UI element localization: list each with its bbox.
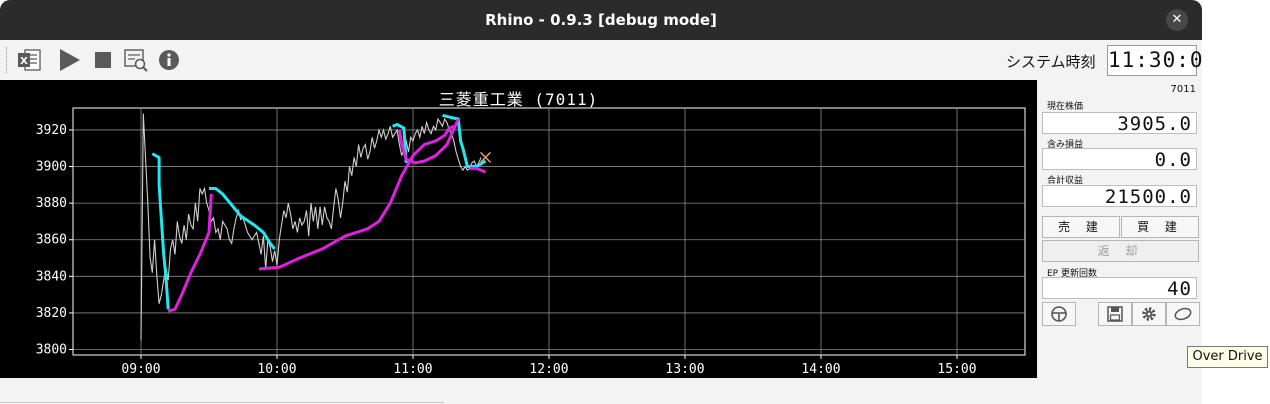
y-tick-label: 3920 bbox=[36, 123, 67, 138]
y-tick-label: 3820 bbox=[36, 306, 67, 321]
price-line bbox=[140, 113, 482, 341]
price-chart: 三菱重工業 (7011) 3800 3820 3840 3860 3880 3900 392… bbox=[0, 80, 1037, 378]
title-bar: Rhino - 0.9.3 [debug mode] ✕ bbox=[0, 0, 1202, 40]
x-tick-label: 13:00 bbox=[665, 362, 704, 377]
current-price-marker bbox=[480, 151, 492, 163]
close-button[interactable]: ✕ bbox=[1166, 9, 1188, 31]
ep-value: 40 bbox=[1042, 277, 1197, 300]
sell-button[interactable]: 売 建 bbox=[1042, 216, 1120, 238]
x-tick-label: 15:00 bbox=[937, 362, 976, 377]
trade-panel: 7011 現在株価 3905.0 含み損益 0.0 合計収益 21500.0 売… bbox=[1039, 80, 1202, 380]
inspect-icon[interactable] bbox=[123, 47, 149, 73]
gear-icon bbox=[1142, 307, 1156, 321]
current-price-label: 現在株価 bbox=[1047, 102, 1084, 112]
repay-button[interactable]: 返 却 bbox=[1042, 240, 1199, 262]
play-icon[interactable] bbox=[56, 47, 82, 73]
window-title: Rhino - 0.9.3 [debug mode] bbox=[485, 11, 717, 29]
total-value: 21500.0 bbox=[1042, 185, 1197, 208]
unrealized-value: 0.0 bbox=[1042, 148, 1197, 171]
steering-wheel-icon bbox=[1051, 306, 1067, 322]
buy-button[interactable]: 買 建 bbox=[1121, 216, 1199, 238]
settings-button[interactable] bbox=[1132, 302, 1166, 326]
ticker-code: 7011 bbox=[1170, 84, 1196, 95]
save-button[interactable] bbox=[1098, 302, 1132, 326]
toolbar-grip bbox=[6, 47, 9, 73]
y-tick-label: 3840 bbox=[36, 269, 67, 284]
x-tick-label: 14:00 bbox=[801, 362, 840, 377]
trend-up-line bbox=[469, 166, 487, 174]
y-tick-label: 3880 bbox=[36, 196, 67, 211]
x-tick-label: 12:00 bbox=[529, 362, 568, 377]
over-drive-button[interactable] bbox=[1166, 302, 1200, 326]
status-strip bbox=[0, 380, 1202, 404]
y-tick-label: 3800 bbox=[36, 343, 67, 358]
x-tick-label: 11:00 bbox=[393, 362, 432, 377]
excel-icon[interactable]: X bbox=[16, 47, 42, 73]
divider bbox=[0, 402, 444, 403]
toolbar: X システム時刻 11:30:05 bbox=[0, 40, 1202, 79]
trend-up-line bbox=[397, 118, 460, 165]
info-icon[interactable] bbox=[156, 47, 182, 73]
drive-icon bbox=[1174, 307, 1192, 321]
svg-text:X: X bbox=[20, 56, 28, 67]
y-tick-label: 3900 bbox=[36, 160, 67, 175]
system-time-label: システム時刻 bbox=[1006, 53, 1096, 71]
save-icon bbox=[1107, 306, 1123, 322]
x-tick-label: 09:00 bbox=[121, 362, 160, 377]
stop-icon[interactable] bbox=[90, 47, 116, 73]
system-time-display: 11:30:05 bbox=[1107, 45, 1202, 76]
trend-down-line bbox=[151, 152, 170, 310]
app-window: Rhino - 0.9.3 [debug mode] ✕ X システム時刻 11… bbox=[0, 0, 1202, 404]
chart-plot: 3800 3820 3840 3860 3880 3900 3920 09:00 10:00 11… bbox=[36, 107, 1026, 377]
x-tick-label: 10:00 bbox=[257, 362, 296, 377]
y-tick-label: 3860 bbox=[36, 233, 67, 248]
steering-button[interactable] bbox=[1042, 302, 1076, 326]
trend-up-line bbox=[258, 124, 455, 271]
over-drive-tooltip: Over Drive bbox=[1187, 346, 1268, 368]
current-price-value: 3905.0 bbox=[1042, 112, 1197, 135]
